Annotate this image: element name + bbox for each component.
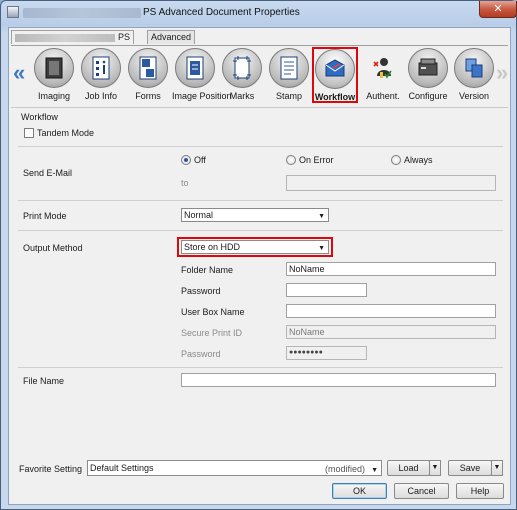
nav-label-image-position: Image Position: [172, 91, 232, 101]
secure-password-label: Password: [181, 349, 221, 359]
divider: [18, 200, 503, 201]
nav-label-marks: Marks: [229, 91, 255, 101]
nav-item-stamp[interactable]: Stamp: [266, 48, 312, 104]
version-icon: [454, 48, 494, 88]
window-title: PS Advanced Document Properties: [143, 7, 300, 18]
tab-ps-label: PS: [118, 32, 131, 42]
favorite-setting-select[interactable]: Default Settings (modified) ▼: [87, 460, 382, 476]
secure-print-id-label: Secure Print ID: [181, 328, 243, 338]
send-email-on-error-radio[interactable]: [286, 155, 296, 165]
scroll-left-arrow[interactable]: «: [13, 62, 25, 84]
blurred-printer-name-tab: [15, 33, 115, 42]
divider: [18, 146, 503, 147]
configure-icon: [408, 48, 448, 88]
tandem-mode-checkbox[interactable]: [24, 128, 34, 138]
password-label: Password: [181, 286, 221, 296]
email-to-label: to: [181, 178, 189, 188]
file-name-label: File Name: [23, 376, 65, 386]
dialog-client-area: PS Advanced « Imaging Job Info Forms Ima…: [8, 27, 511, 505]
nav-item-workflow[interactable]: Workflow: [312, 47, 358, 103]
nav-label-authentication: Authent.: [366, 91, 400, 101]
modified-indicator: (modified): [324, 464, 365, 474]
stamp-icon: [269, 48, 309, 88]
secure-print-id-field[interactable]: NoName: [286, 325, 496, 339]
job-info-icon: [81, 48, 121, 88]
send-email-always-label: Always: [404, 155, 433, 165]
dialog-footer: Favorite Setting Default Settings (modif…: [11, 457, 508, 502]
workflow-icon: [315, 49, 355, 89]
nav-label-version: Version: [458, 91, 490, 101]
title-bar: PS Advanced Document Properties ✕: [1, 1, 517, 25]
print-mode-label: Print Mode: [23, 211, 67, 221]
output-method-value: Store on HDD: [184, 242, 241, 252]
output-method-label: Output Method: [23, 243, 83, 253]
dialog-window: PS Advanced Document Properties ✕ PS Adv…: [0, 0, 517, 510]
send-email-off-label: Off: [194, 155, 206, 165]
nav-label-workflow: Workflow: [314, 92, 356, 102]
close-button[interactable]: ✕: [479, 1, 517, 18]
nav-label-forms: Forms: [135, 91, 161, 101]
user-box-name-field[interactable]: [286, 304, 496, 318]
favorite-setting-value: Default Settings: [90, 463, 154, 473]
divider: [18, 230, 503, 231]
folder-name-label: Folder Name: [181, 265, 234, 275]
nav-label-imaging: Imaging: [37, 91, 71, 101]
print-mode-select[interactable]: Normal ▼: [181, 208, 329, 222]
save-button[interactable]: Save: [448, 460, 492, 476]
nav-label-configure: Configure: [408, 91, 448, 101]
cancel-button[interactable]: Cancel: [394, 483, 449, 499]
load-button[interactable]: Load: [387, 460, 430, 476]
send-email-off-radio[interactable]: [181, 155, 191, 165]
send-email-label: Send E-Mail: [23, 168, 73, 178]
nav-label-stamp: Stamp: [275, 91, 302, 101]
file-name-field[interactable]: [181, 373, 496, 387]
chevron-down-icon: ▼: [493, 464, 501, 471]
tandem-mode-label: Tandem Mode: [37, 128, 95, 138]
load-menu-button[interactable]: ▼: [429, 460, 441, 476]
workflow-panel: Workflow Tandem Mode Send E-Mail Off On …: [11, 107, 508, 457]
email-to-field[interactable]: [286, 175, 496, 191]
section-title: Workflow: [21, 112, 58, 122]
folder-name-field[interactable]: NoName: [286, 262, 496, 276]
user-box-name-label: User Box Name: [181, 307, 245, 317]
nav-item-imaging[interactable]: Imaging: [31, 48, 77, 104]
image-position-icon: [175, 48, 215, 88]
secure-password-field[interactable]: ●●●●●●●●: [286, 346, 367, 360]
favorite-setting-label: Favorite Setting: [19, 464, 83, 474]
tab-ps[interactable]: PS: [11, 30, 135, 44]
nav-item-image-position[interactable]: Image Position: [172, 48, 232, 104]
output-method-select[interactable]: Store on HDD ▼: [181, 240, 329, 254]
blurred-printer-name: [23, 8, 141, 18]
printer-icon: [7, 6, 19, 18]
nav-item-authentication[interactable]: Authent.: [360, 48, 406, 104]
print-mode-value: Normal: [184, 210, 214, 220]
help-button[interactable]: Help: [456, 483, 504, 499]
marks-icon: [222, 48, 262, 88]
chevron-down-icon: ▼: [318, 213, 325, 220]
scroll-right-arrow[interactable]: »: [496, 62, 508, 84]
tab-advanced-label: Advanced: [151, 32, 192, 42]
nav-item-job-info[interactable]: Job Info: [78, 48, 124, 104]
chevron-down-icon: ▼: [371, 467, 378, 474]
nav-item-version[interactable]: Version: [451, 48, 497, 104]
chevron-down-icon: ▼: [431, 464, 439, 471]
save-menu-button[interactable]: ▼: [491, 460, 503, 476]
forms-icon: [128, 48, 168, 88]
imaging-icon: [34, 48, 74, 88]
send-email-always-radio[interactable]: [391, 155, 401, 165]
send-email-on-error-label: On Error: [299, 155, 334, 165]
authentication-icon: [363, 48, 403, 88]
ok-button[interactable]: OK: [332, 483, 387, 499]
category-icon-bar: « Imaging Job Info Forms Image Position …: [11, 45, 508, 107]
password-field[interactable]: [286, 283, 367, 297]
chevron-down-icon: ▼: [318, 245, 325, 252]
nav-item-marks[interactable]: Marks: [219, 48, 265, 104]
nav-item-configure[interactable]: Configure: [405, 48, 451, 104]
divider: [18, 367, 503, 368]
nav-item-forms[interactable]: Forms: [125, 48, 171, 104]
tab-advanced[interactable]: Advanced: [147, 30, 196, 44]
nav-label-job-info: Job Info: [84, 91, 118, 101]
